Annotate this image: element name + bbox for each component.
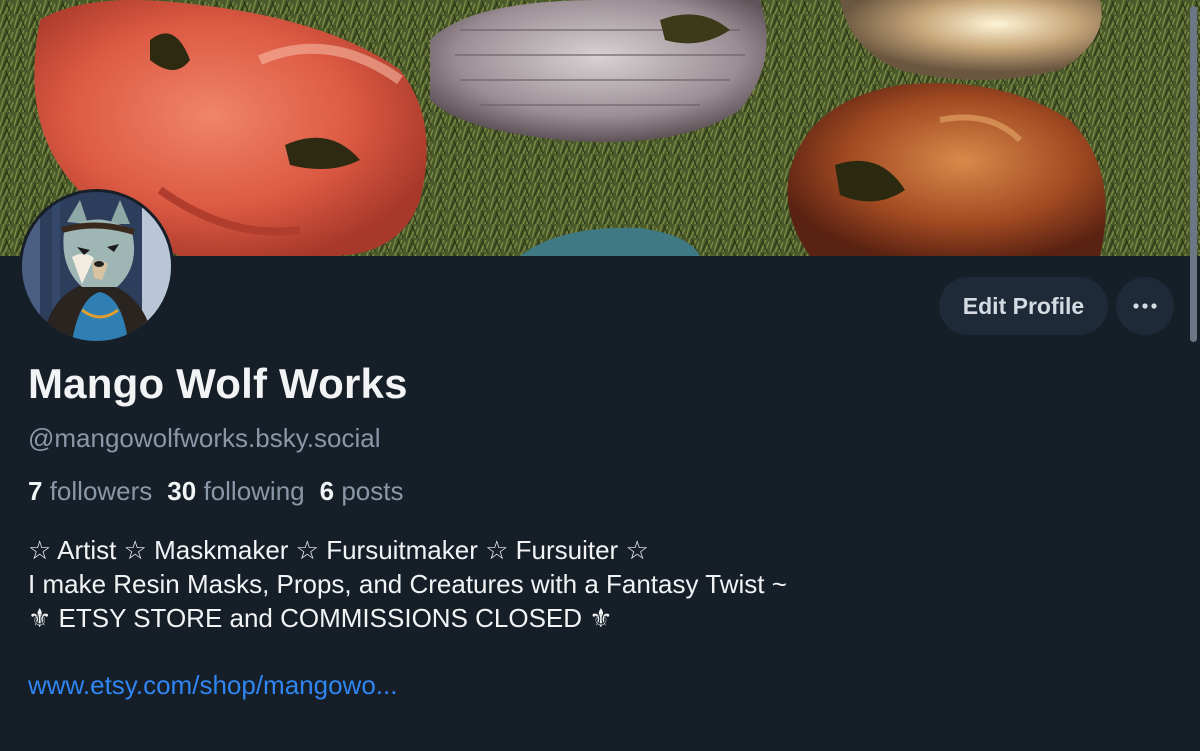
posts-stat: 6 posts xyxy=(320,476,404,507)
avatar[interactable] xyxy=(19,189,174,344)
profile-bio: ☆ Artist ☆ Maskmaker ☆ Fursuitmaker ☆ Fu… xyxy=(28,533,928,635)
followers-link[interactable]: 7 followers xyxy=(28,476,152,507)
following-label: following xyxy=(203,476,305,506)
profile-handle: @mangowolfworks.bsky.social xyxy=(28,423,381,453)
bio-line: ⚜ ETSY STORE and COMMISSIONS CLOSED ⚜ xyxy=(28,603,613,633)
avatar-image xyxy=(22,192,171,341)
following-count: 30 xyxy=(167,476,197,506)
display-name: Mango Wolf Works xyxy=(28,360,408,407)
posts-count: 6 xyxy=(319,476,335,506)
profile-stats: 7 followers 30 following 6 posts xyxy=(28,476,418,507)
following-link[interactable]: 30 following xyxy=(167,476,304,507)
scrollbar[interactable] xyxy=(1186,0,1200,751)
followers-label: followers xyxy=(49,476,153,506)
banner-image xyxy=(0,0,1200,256)
bio-line: ☆ Artist ☆ Maskmaker ☆ Fursuitmaker ☆ Fu… xyxy=(28,535,649,565)
posts-label: posts xyxy=(341,476,404,506)
scrollbar-thumb[interactable] xyxy=(1190,6,1197,342)
more-options-button[interactable] xyxy=(1116,277,1174,335)
profile-banner[interactable] xyxy=(0,0,1200,256)
edit-profile-button[interactable]: Edit Profile xyxy=(939,277,1108,335)
followers-count: 7 xyxy=(28,476,43,506)
bio-line: I make Resin Masks, Props, and Creatures… xyxy=(28,569,787,599)
etsy-link[interactable]: www.etsy.com/shop/mangowo... xyxy=(28,670,397,701)
ellipsis-icon xyxy=(1133,303,1157,309)
